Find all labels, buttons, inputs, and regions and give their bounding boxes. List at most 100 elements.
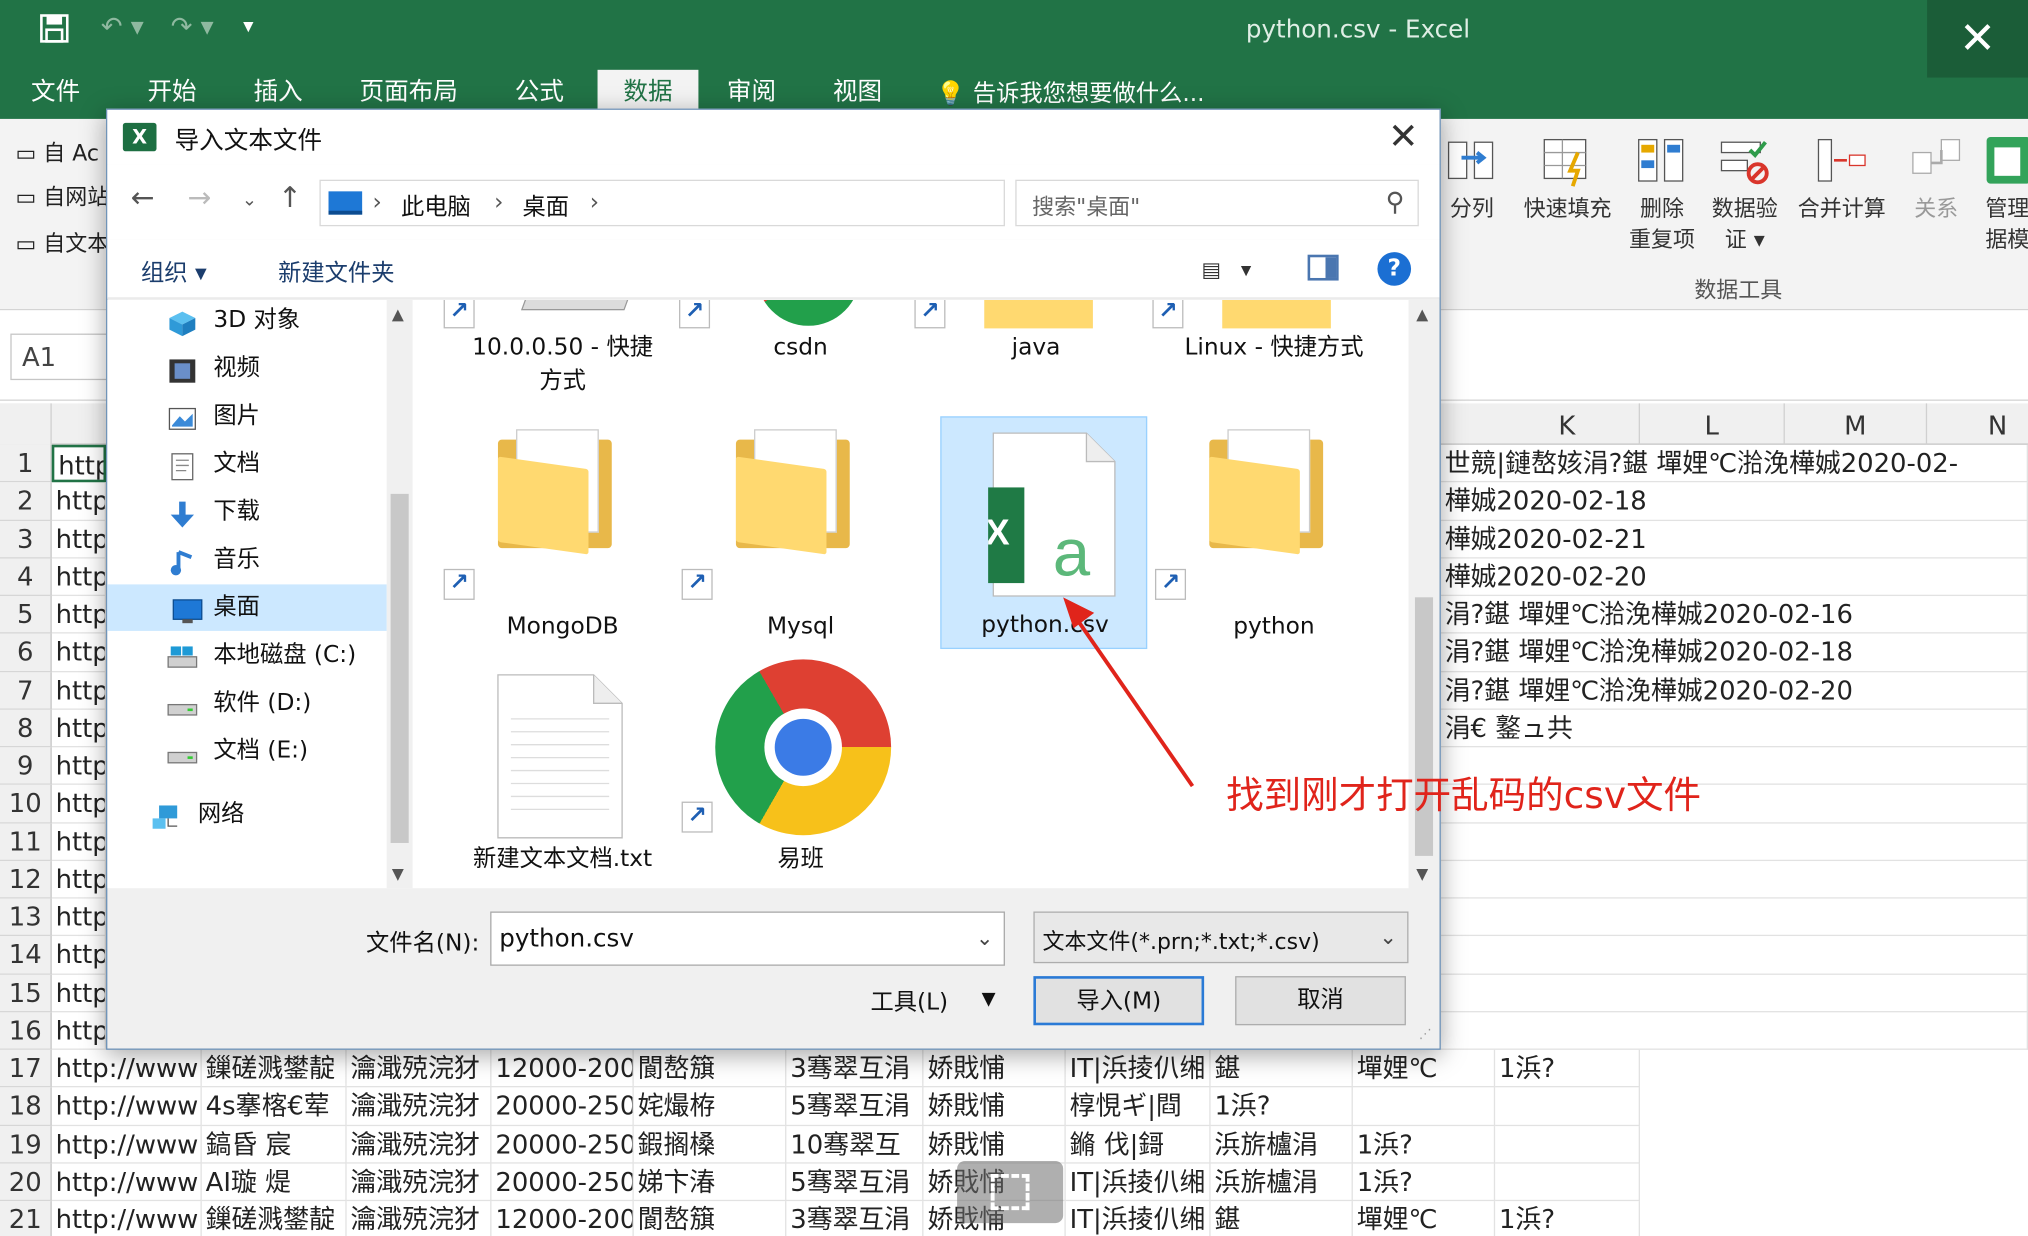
row-header[interactable]: 10 (0, 785, 52, 823)
cell-a[interactable]: http (51, 936, 107, 975)
breadcrumb-this-pc[interactable]: 此电脑 (401, 189, 471, 223)
cell-a[interactable]: http (51, 860, 107, 899)
table-cell[interactable]: 鍖 (1211, 1201, 1353, 1236)
nav-item[interactable]: 视频 (167, 345, 387, 392)
row-header[interactable]: 17 (0, 1049, 52, 1088)
cell-a[interactable]: http (51, 520, 107, 559)
table-cell[interactable]: 閬嶅簱 (634, 1201, 787, 1236)
flash-fill-button[interactable]: 快速填充 (1513, 119, 1622, 225)
file-item[interactable]: ↗ Mysql (681, 419, 904, 652)
file-item[interactable]: ↗ Linux - 快捷方式 (1152, 299, 1377, 411)
table-cell[interactable]: 3骞翠互涓 (786, 1201, 924, 1236)
column-header-n[interactable]: N (1927, 403, 2028, 444)
nav-item[interactable]: 桌面 (107, 584, 387, 631)
nav-item[interactable]: 软件 (D:) (167, 680, 387, 727)
cell-a[interactable]: http (51, 747, 107, 786)
new-folder-button[interactable]: 新建文件夹 (278, 255, 394, 289)
cell-a[interactable]: http (51, 974, 107, 1013)
row-header[interactable]: 19 (0, 1125, 52, 1164)
data-model-button[interactable]: 管理 据模 (1979, 119, 2028, 256)
table-cell[interactable] (1495, 1163, 1640, 1202)
screen-capture-widget[interactable] (957, 1161, 1064, 1224)
table-cell[interactable] (1495, 1125, 1640, 1164)
chevron-down-icon[interactable]: ⌄ (976, 926, 993, 951)
cell-a[interactable]: http (51, 671, 107, 710)
table-cell[interactable]: 墠娌℃ (1353, 1201, 1496, 1236)
table-cell[interactable]: 4s搴楁€荤 (201, 1087, 347, 1126)
cell-row-text[interactable] (1440, 860, 2028, 899)
scroll-down-icon[interactable]: ▼ (392, 865, 404, 883)
row-header[interactable]: 15 (0, 974, 52, 1013)
table-cell[interactable]: 瀹濈殑浣犲 (347, 1201, 492, 1236)
table-cell[interactable]: http://www (51, 1049, 202, 1088)
recent-locations-icon[interactable]: ⌄ (242, 190, 257, 211)
table-cell[interactable]: http://www (51, 1163, 202, 1202)
change-view-icon[interactable]: ▤ ▾ (1202, 257, 1252, 282)
search-box[interactable]: 搜索"桌面" ⚲ (1015, 179, 1419, 227)
cell-row-text[interactable]: 樺娍2020-02-18 (1440, 482, 2028, 521)
file-item[interactable]: Xa python.csv (940, 416, 1148, 650)
file-item[interactable]: ↗ 10.0.0.50 - 快捷 方式 (443, 299, 666, 411)
help-icon[interactable]: ? (1377, 252, 1412, 286)
cell-a[interactable]: http (51, 633, 107, 672)
cell-a[interactable]: http (51, 785, 107, 823)
table-cell[interactable]: 1浜? (1352, 1163, 1496, 1202)
table-cell[interactable]: 20000-250 (491, 1163, 634, 1202)
close-window-button[interactable]: ✕ (1927, 0, 2028, 78)
table-cell[interactable] (1352, 1087, 1496, 1126)
table-cell[interactable] (1495, 1087, 1640, 1126)
from-web-button[interactable]: ▭ 自网站 (16, 178, 110, 211)
back-arrow-icon[interactable]: ← (131, 182, 155, 214)
row-header[interactable]: 6 (0, 633, 52, 672)
tools-dropdown-icon[interactable]: ▼ (982, 989, 996, 1010)
nav-item[interactable]: 下载 (167, 489, 387, 536)
row-header[interactable]: 16 (0, 1012, 52, 1050)
data-validation-button[interactable]: 数据验 证 ▾ (1705, 119, 1785, 256)
row-header[interactable]: 18 (0, 1087, 52, 1126)
table-cell[interactable]: 瀹濈殑浣犲 (346, 1125, 492, 1164)
table-cell[interactable]: 娇戝悑 (923, 1125, 1066, 1164)
table-cell[interactable]: 鏁磋溅鐢靛 (201, 1049, 347, 1088)
file-item[interactable]: ↗ MongoDB (443, 419, 666, 652)
cell-a[interactable]: http (51, 596, 107, 634)
table-cell[interactable]: 浜旂櫨涓 (1210, 1125, 1353, 1164)
table-cell[interactable]: 閬嶅簱 (633, 1049, 787, 1088)
row-header[interactable]: 8 (0, 709, 52, 748)
cell-row-text[interactable] (1440, 822, 2028, 861)
cell-row-text[interactable]: 世競|鏈嶅姟涓?鍖 墠娌℃湁浼樺娍2020-02- (1440, 444, 2028, 483)
up-arrow-icon[interactable]: ↑ (278, 182, 302, 214)
cell-row-text[interactable]: 涓?鍖 墠娌℃湁浼樺娍2020-02-18 (1440, 633, 2028, 672)
table-cell[interactable]: 鍜搁槡 (633, 1125, 787, 1164)
row-header[interactable]: 20 (0, 1163, 52, 1202)
forward-arrow-icon[interactable]: → (188, 182, 212, 214)
table-cell[interactable]: 瀹濈殑浣犲 (346, 1087, 492, 1126)
filetype-select[interactable]: 文本文件(*.prn;*.txt;*.csv) ⌄ (1033, 911, 1409, 964)
scroll-down-icon[interactable]: ▼ (1416, 865, 1428, 883)
table-cell[interactable]: 5骞翠互涓 (786, 1087, 924, 1126)
cancel-button[interactable]: 取消 (1235, 976, 1406, 1026)
navigation-scrollbar[interactable]: ▲ ▼ (386, 299, 413, 889)
file-item[interactable]: ↗ python (1154, 419, 1377, 652)
nav-item[interactable]: 文档 (E:) (167, 728, 387, 775)
nav-item[interactable]: 3D 对象 (167, 297, 387, 344)
dialog-close-button[interactable]: ✕ (1380, 115, 1427, 159)
file-item[interactable]: ↗ java (914, 299, 1140, 411)
column-header-k[interactable]: K (1495, 403, 1640, 445)
table-cell[interactable]: http://www (51, 1087, 202, 1126)
cell-a[interactable]: http (51, 898, 107, 937)
file-item[interactable]: 新建文本文档.txt (459, 659, 666, 888)
address-bar[interactable]: › 此电脑 › 桌面 › ⌄ ↻ (319, 179, 1188, 227)
row-header[interactable]: 9 (0, 747, 52, 786)
table-cell[interactable]: 12000-200 (491, 1201, 634, 1236)
column-header-l[interactable]: L (1640, 403, 1785, 445)
scroll-up-icon[interactable]: ▲ (1416, 305, 1428, 323)
table-cell[interactable]: 姹熶栫 (633, 1087, 787, 1126)
nav-item[interactable]: 网络 (151, 791, 371, 838)
tell-me-search[interactable]: 💡 告诉我您想要做什么... (936, 75, 1204, 109)
row-header[interactable]: 13 (0, 898, 52, 937)
row-header[interactable]: 2 (0, 482, 52, 521)
table-cell[interactable]: 1浜? (1495, 1049, 1640, 1088)
table-cell[interactable]: 1浜? (1352, 1125, 1496, 1164)
row-header[interactable]: 11 (0, 822, 52, 861)
cell-row-text[interactable]: 涓€ 鐜ュ共 (1440, 709, 2028, 748)
